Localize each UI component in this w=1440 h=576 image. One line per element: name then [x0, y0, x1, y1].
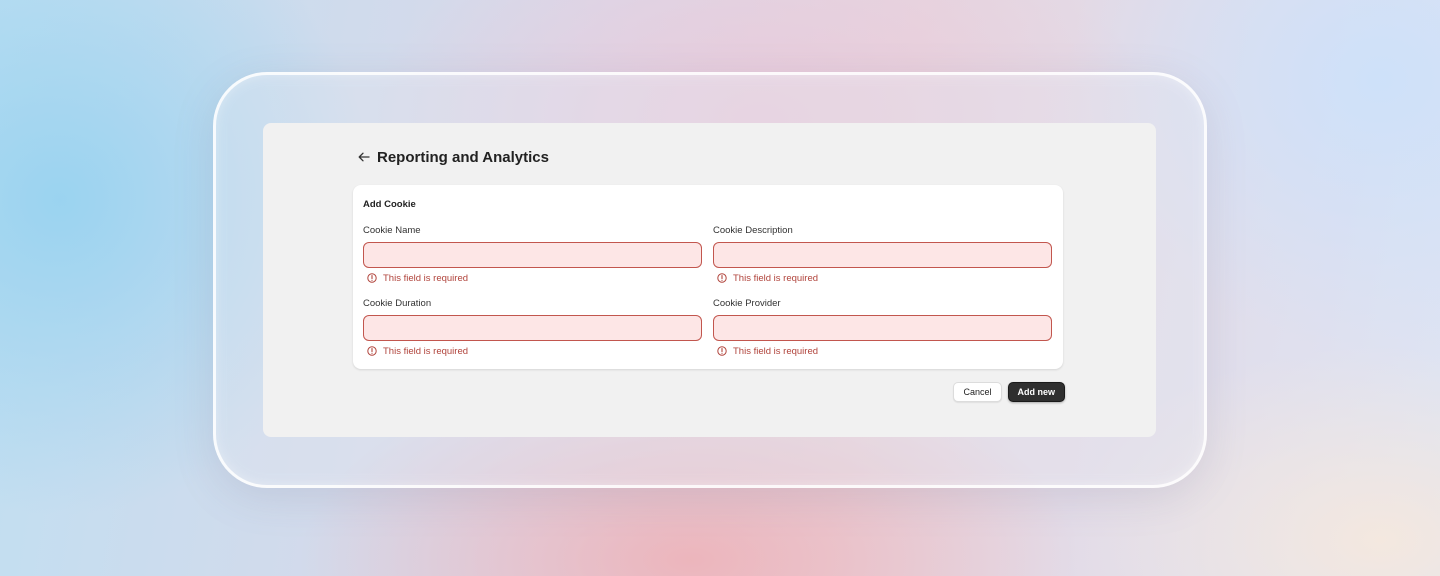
add-new-button[interactable]: Add new — [1007, 382, 1065, 402]
cookie-duration-error: This field is required — [367, 345, 702, 357]
cookie-duration-field: Cookie Duration This field is required — [363, 298, 702, 357]
cancel-button[interactable]: Cancel — [953, 382, 1002, 402]
alert-circle-icon — [367, 346, 377, 356]
app-panel: Reporting and Analytics Add Cookie Cooki… — [263, 123, 1156, 437]
cookie-description-input[interactable] — [713, 242, 1052, 268]
form-actions: Cancel Add new — [953, 382, 1065, 402]
alert-circle-icon — [367, 273, 377, 283]
cookie-name-label: Cookie Name — [363, 225, 421, 236]
alert-circle-icon — [717, 346, 727, 356]
arrow-left-icon — [358, 152, 370, 162]
alert-circle-icon — [717, 273, 727, 283]
error-text: This field is required — [383, 345, 469, 357]
error-text: This field is required — [733, 345, 819, 357]
cookie-provider-input[interactable] — [713, 315, 1052, 341]
card-title: Add Cookie — [363, 199, 416, 210]
add-cookie-card: Add Cookie Cookie Name This field is req… — [353, 185, 1063, 369]
cookie-provider-field: Cookie Provider This field is required — [713, 298, 1052, 357]
cookie-provider-label: Cookie Provider — [713, 298, 781, 309]
cookie-name-field: Cookie Name This field is required — [363, 225, 702, 284]
cookie-name-error: This field is required — [367, 272, 702, 284]
cookie-provider-error: This field is required — [717, 345, 1052, 357]
cookie-description-error: This field is required — [717, 272, 1052, 284]
cookie-name-input[interactable] — [363, 242, 702, 268]
page-header: Reporting and Analytics — [355, 148, 549, 166]
page-title: Reporting and Analytics — [377, 148, 549, 166]
cookie-description-field: Cookie Description This field is require… — [713, 225, 1052, 284]
cookie-duration-label: Cookie Duration — [363, 298, 432, 309]
error-text: This field is required — [733, 272, 819, 284]
back-button[interactable] — [355, 148, 373, 166]
cookie-duration-input[interactable] — [363, 315, 702, 341]
error-text: This field is required — [383, 272, 469, 284]
cookie-description-label: Cookie Description — [713, 225, 793, 236]
